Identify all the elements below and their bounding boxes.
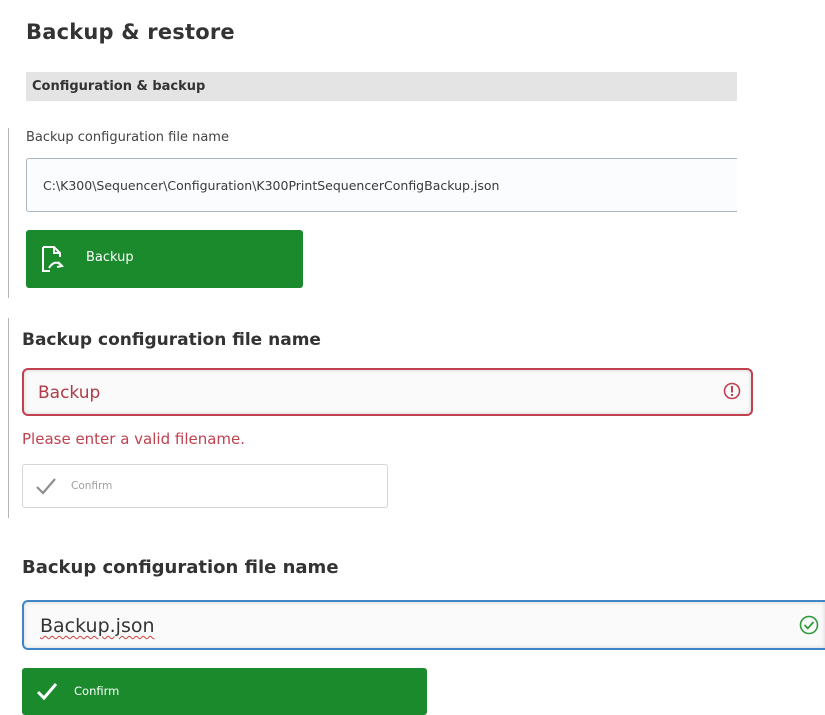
filename-value: Backup.json [40,615,155,637]
panel-divider [8,318,9,518]
confirm-button-disabled[interactable]: Confirm [22,464,388,508]
filename-value: Backup [38,383,101,403]
section-title: Configuration & backup [32,79,206,94]
checkmark-icon [36,478,56,495]
confirm-button-label: Confirm [71,480,113,492]
check-circle-icon [799,615,819,635]
confirm-button-label: Confirm [74,684,120,698]
backup-button-label: Backup [86,250,134,265]
backup-filename-label: Backup configuration file name [26,130,229,145]
invalid-filename-panel: Backup configuration file name Backup Pl… [0,318,825,518]
alert-circle-icon [723,382,741,400]
filename-input-invalid[interactable]: Backup [22,368,753,416]
file-backup-icon [42,246,64,272]
filename-input-valid[interactable]: Backup.json [22,600,825,650]
error-message: Please enter a valid filename. [22,430,246,448]
valid-filename-panel: Backup configuration file name Backup.js… [0,545,825,715]
filename-label: Backup configuration file name [22,330,321,350]
section-header: Configuration & backup [26,72,737,101]
confirm-button[interactable]: Confirm [22,668,427,715]
filename-label: Backup configuration file name [22,557,339,578]
backup-filename-value: C:\K300\Sequencer\Configuration\K300Prin… [43,178,500,193]
backup-filename-input[interactable]: C:\K300\Sequencer\Configuration\K300Prin… [26,158,737,212]
panel-divider [8,128,9,298]
checkmark-icon [36,683,58,701]
backup-button[interactable]: Backup [26,230,303,288]
page-title: Backup & restore [26,20,235,44]
backup-restore-panel: Backup & restore Configuration & backup … [0,0,737,300]
